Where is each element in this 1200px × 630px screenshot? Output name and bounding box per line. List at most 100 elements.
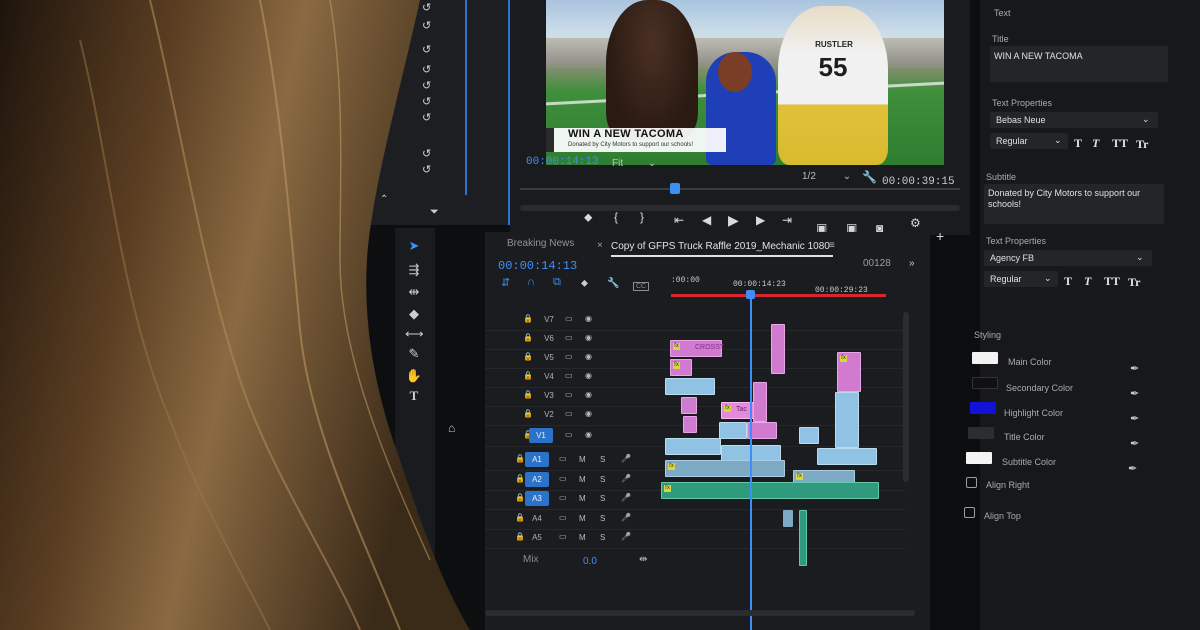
eye-icon[interactable]: ◉ (585, 409, 592, 418)
eyedropper-icon[interactable]: ✒ (1128, 462, 1137, 475)
format-bold-button-2[interactable]: T (1064, 274, 1072, 289)
go-to-in-icon[interactable]: ⇤ (674, 213, 684, 227)
mic-icon[interactable]: 🎤 (621, 474, 631, 483)
sync-icon[interactable]: ▭ (559, 454, 567, 463)
fit-dropdown[interactable]: Fit ⌄ (612, 158, 656, 169)
format-bold-button[interactable]: T (1074, 136, 1082, 151)
clip-v1-c[interactable] (799, 427, 819, 444)
mute-toggle[interactable]: M (579, 494, 586, 503)
sync-icon[interactable]: ▭ (559, 493, 567, 502)
mark-in-icon[interactable]: { (614, 210, 618, 224)
format-allcaps-button[interactable]: TT (1112, 136, 1128, 151)
main-color-swatch[interactable] (972, 352, 998, 364)
track-label-a2[interactable]: A2 (525, 472, 549, 487)
clip-v5[interactable]: fx (670, 359, 692, 376)
mark-out-icon[interactable]: } (640, 210, 644, 224)
font-dropdown-1[interactable]: Bebas Neue ⌄ (990, 112, 1158, 128)
go-to-out-icon[interactable]: ⇥ (782, 213, 792, 227)
clip-v2[interactable] (683, 416, 697, 433)
lock-icon[interactable]: 🔒 (523, 314, 533, 323)
panel-menu-icon[interactable]: ≡ (829, 240, 835, 251)
title-color-swatch[interactable] (968, 427, 994, 439)
align-right-checkbox[interactable] (966, 477, 977, 488)
mic-icon[interactable]: 🎤 (621, 493, 631, 502)
format-italic-button[interactable]: T (1092, 136, 1099, 151)
format-smallcaps-button-2[interactable]: Tr (1128, 275, 1140, 290)
subtitle-text-field[interactable]: Donated by City Motors to support our sc… (984, 184, 1164, 224)
video-track-scrollbar[interactable] (903, 312, 909, 482)
wrench-icon[interactable]: 🔧 (862, 170, 877, 184)
sync-icon[interactable]: ▭ (565, 409, 573, 418)
title-text-field[interactable]: WIN A NEW TACOMA (990, 46, 1168, 82)
align-top-checkbox[interactable] (964, 507, 975, 518)
track-label-v1[interactable]: V1 (529, 428, 553, 443)
eye-icon[interactable]: ◉ (585, 333, 592, 342)
subtitle-color-swatch[interactable] (966, 452, 992, 464)
mix-value[interactable]: 0.0 (583, 556, 597, 567)
mute-toggle[interactable]: M (579, 475, 586, 484)
audio-clip-a5[interactable] (799, 510, 807, 566)
sync-icon[interactable]: ▭ (559, 513, 567, 522)
settings-icon[interactable]: ⚙ (910, 216, 921, 230)
audio-clip-a3-music[interactable]: fx (661, 482, 879, 499)
lock-icon[interactable]: 🔒 (523, 352, 533, 361)
add-button-icon[interactable]: + (936, 228, 944, 244)
sync-icon[interactable]: ▭ (565, 390, 573, 399)
eyedropper-icon[interactable]: ✒ (1130, 387, 1139, 400)
clip-v4[interactable] (665, 378, 715, 395)
clip-v5-right[interactable]: fx (837, 352, 861, 392)
format-italic-button-2[interactable]: T (1084, 274, 1091, 289)
solo-toggle[interactable]: S (600, 475, 605, 484)
sync-icon[interactable]: ▭ (559, 474, 567, 483)
clip-v7-stack[interactable] (771, 324, 785, 374)
timeline-horizontal-scrollbar[interactable] (485, 610, 915, 616)
mic-icon[interactable]: 🎤 (621, 532, 631, 541)
mute-toggle[interactable]: M (579, 533, 586, 542)
mute-toggle[interactable]: M (579, 455, 586, 464)
clip-crosst[interactable]: fx CROSST (670, 340, 724, 357)
lock-icon[interactable]: 🔒 (523, 371, 533, 380)
clip-v4-stack[interactable] (753, 382, 767, 422)
solo-toggle[interactable]: S (600, 514, 605, 523)
timeline-playhead[interactable] (750, 296, 752, 630)
track-label-a1[interactable]: A1 (525, 452, 549, 467)
program-video-frame[interactable]: RUSTLER 55 WIN A NEW TACOMA Donated by C… (546, 0, 944, 165)
track-label-a3[interactable]: A3 (525, 491, 549, 506)
close-icon[interactable]: × (597, 240, 603, 251)
audio-clip-a1[interactable]: fx (665, 460, 785, 477)
track-label-v7[interactable]: V7 (537, 312, 561, 327)
sync-icon[interactable]: ▭ (565, 314, 573, 323)
play-icon[interactable]: ▶ (728, 212, 739, 229)
scrub-bar[interactable] (520, 188, 960, 190)
sync-icon[interactable]: ▭ (565, 352, 573, 361)
mic-icon[interactable]: 🎤 (621, 513, 631, 522)
step-back-icon[interactable]: ◀ (702, 213, 711, 227)
mute-toggle[interactable]: M (579, 514, 586, 523)
eyedropper-icon[interactable]: ✒ (1130, 362, 1139, 375)
format-allcaps-button-2[interactable]: TT (1104, 274, 1120, 289)
sync-icon[interactable]: ▭ (565, 371, 573, 380)
magnet-icon[interactable]: ∩ (527, 276, 535, 288)
solo-toggle[interactable]: S (600, 494, 605, 503)
solo-toggle[interactable]: S (600, 455, 605, 464)
expand-panels-icon[interactable]: » (909, 258, 915, 269)
font-style-dropdown-1[interactable]: Regular ⌄ (990, 133, 1068, 149)
lock-icon[interactable]: 🔒 (523, 333, 533, 342)
track-label-v3[interactable]: V3 (537, 388, 561, 403)
add-marker-icon[interactable]: ⬥ (584, 210, 592, 225)
eye-icon[interactable]: ◉ (585, 371, 592, 380)
clip-v3[interactable] (681, 397, 697, 414)
sync-icon[interactable]: ▭ (565, 333, 573, 342)
clip-v1-a[interactable] (665, 438, 721, 455)
resolution-dropdown[interactable]: 1/2 ⌄ (802, 171, 851, 182)
go-to-end-icon[interactable]: ⇹ (639, 554, 647, 565)
eye-icon[interactable]: ◉ (585, 352, 592, 361)
audio-clip-a4[interactable] (783, 510, 793, 527)
eyedropper-icon[interactable]: ✒ (1130, 412, 1139, 425)
track-label-a4[interactable]: A4 (525, 511, 549, 526)
clip-v3-right[interactable] (835, 392, 859, 448)
eye-icon[interactable]: ◉ (585, 314, 592, 323)
track-label-v5[interactable]: V5 (537, 350, 561, 365)
font-dropdown-2[interactable]: Agency FB ⌄ (984, 250, 1152, 266)
wrench-icon[interactable]: 🔧 (607, 278, 619, 289)
